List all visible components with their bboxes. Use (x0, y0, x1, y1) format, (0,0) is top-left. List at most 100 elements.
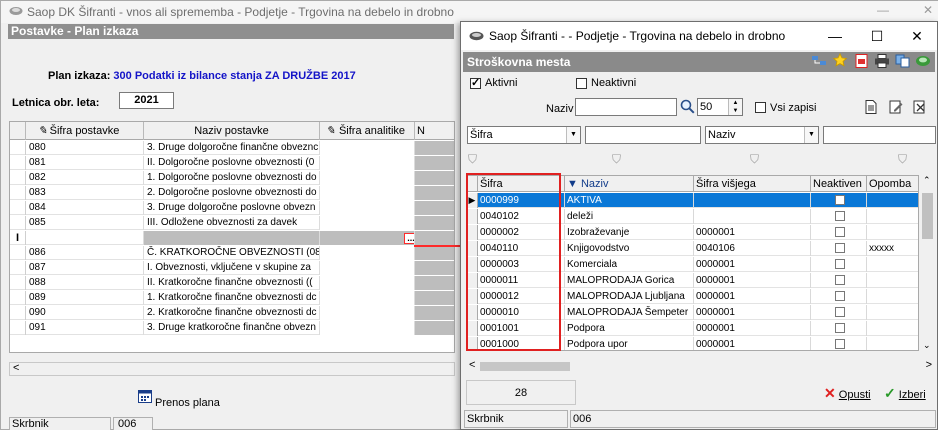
cell-opomba[interactable] (867, 305, 918, 320)
page-size-stepper[interactable]: 50 ▲ ▼ (697, 98, 743, 116)
printer-icon[interactable] (874, 54, 890, 68)
cell-naziv-postavke[interactable]: II. Dolgoročne poslovne obveznosti (0 (144, 156, 320, 170)
cell-sifra-postavke[interactable]: 088 (26, 276, 144, 290)
cell-n[interactable] (415, 306, 454, 320)
cell-neaktiven[interactable] (811, 257, 867, 272)
prenos-plana-button[interactable]: Prenos plana (155, 397, 220, 409)
cell-naziv-postavke[interactable]: 3. Druge kratkoročne finančne obvezn (144, 321, 320, 335)
scroll-left-icon[interactable]: < (469, 359, 475, 371)
cell-naziv-postavke[interactable]: 3. Druge dolgoročne poslovne obvezn (144, 201, 320, 215)
cell-sifra-analitike[interactable]: ... (320, 231, 415, 245)
cell-naziv[interactable]: deleži (565, 209, 694, 224)
cell-neaktiven[interactable] (811, 209, 867, 224)
cell-opomba[interactable] (867, 193, 918, 208)
cell-naziv[interactable]: Podpora upor (565, 337, 694, 350)
cell-sifra-visjega[interactable] (694, 209, 811, 224)
horizontal-scrollbar[interactable]: < (9, 362, 455, 376)
table-row[interactable]: 089 1. Kratkoročne finančne obveznosti dc (10, 291, 454, 305)
cell-sifra-postavke[interactable]: 085 (26, 216, 144, 230)
document-red-icon[interactable] (854, 54, 870, 68)
column-header-neaktiven[interactable]: Neaktiven (811, 176, 867, 192)
neaktiven-checkbox[interactable] (835, 339, 845, 349)
delete-document-icon[interactable] (913, 100, 927, 114)
column-header-sifra-postavke[interactable]: ✎ Šifra postavke (26, 122, 144, 140)
filter-field-2-select[interactable]: Naziv ▼ (705, 126, 819, 144)
cell-sifra-visjega[interactable]: 0000001 (694, 273, 811, 288)
cell-naziv-postavke[interactable]: 2. Dolgoročne poslovne obveznosti do (144, 186, 320, 200)
cell-sifra-analitike[interactable] (320, 201, 415, 215)
cell-sifra-analitike[interactable] (320, 276, 415, 290)
neaktiven-checkbox[interactable] (835, 259, 845, 269)
calendar-icon[interactable] (138, 389, 152, 403)
cell-neaktiven[interactable] (811, 241, 867, 256)
vertical-scrollbar[interactable]: ⌃ ⌄ (919, 175, 936, 351)
letnica-input[interactable]: 2021 (119, 92, 174, 109)
neaktiven-checkbox[interactable] (835, 323, 845, 333)
cell-neaktiven[interactable] (811, 273, 867, 288)
column-header-n[interactable]: N (415, 122, 454, 140)
postavke-grid[interactable]: ✎ Šifra postavke Naziv postavke ✎ Šifra … (9, 121, 455, 353)
cell-neaktiven[interactable] (811, 193, 867, 208)
column-header-sifra-visjega[interactable]: Šifra višjega (694, 176, 811, 192)
funnel-icon[interactable]: ⛉ (750, 152, 759, 167)
table-row[interactable]: 083 2. Dolgoročne poslovne obveznosti do (10, 186, 454, 200)
cell-opomba[interactable] (867, 321, 918, 336)
scroll-thumb[interactable] (480, 362, 570, 371)
cell-neaktiven[interactable] (811, 321, 867, 336)
close-icon[interactable]: ✕ (923, 3, 933, 17)
cell-sifra-analitike[interactable] (320, 261, 415, 275)
cell-sifra-analitike[interactable] (320, 306, 415, 320)
row-marker[interactable] (10, 171, 26, 185)
funnel-icon[interactable]: ⛉ (468, 152, 477, 167)
column-header-naziv[interactable]: ▼ Naziv (565, 176, 694, 192)
table-row[interactable]: 086 Č. KRATKOROČNE OBVEZNOSTI (086- (10, 246, 454, 260)
table-row[interactable]: 085 III. Odložene obveznosti za davek (10, 216, 454, 230)
row-marker[interactable] (10, 141, 26, 155)
funnel-icon[interactable]: ⛉ (898, 152, 907, 167)
cell-naziv[interactable]: Knjigovodstvo (565, 241, 694, 256)
cell-n[interactable] (415, 156, 454, 170)
cell-naziv[interactable]: MALOPRODAJA Šempeter (565, 305, 694, 320)
row-marker[interactable] (10, 246, 26, 260)
neaktiven-checkbox[interactable] (835, 227, 845, 237)
cell-sifra-visjega[interactable]: 0000001 (694, 225, 811, 240)
ellipsis-button[interactable]: ... (404, 233, 414, 244)
cell-opomba[interactable] (867, 337, 918, 350)
table-row[interactable]: 080 3. Druge dolgoročne finančne obveznc (10, 141, 454, 155)
row-marker[interactable] (10, 186, 26, 200)
cell-sifra-postavke[interactable]: 080 (26, 141, 144, 155)
cell-naziv-postavke[interactable]: 3. Druge dolgoročne finančne obveznc (144, 141, 320, 155)
chevron-down-icon[interactable]: ▼ (566, 127, 580, 143)
scroll-left-icon[interactable]: < (13, 362, 19, 374)
row-marker[interactable] (10, 201, 26, 215)
minimize-button[interactable]: — (815, 22, 855, 50)
table-row[interactable]: I... (10, 231, 454, 245)
cell-opomba[interactable] (867, 289, 918, 304)
row-marker[interactable] (10, 276, 26, 290)
cell-n[interactable] (415, 201, 454, 215)
cell-n[interactable] (415, 171, 454, 185)
cell-sifra-postavke[interactable]: 086 (26, 246, 144, 260)
neaktiven-checkbox[interactable] (835, 195, 845, 205)
cell-sifra-postavke[interactable]: 090 (26, 306, 144, 320)
cell-naziv[interactable]: MALOPRODAJA Ljubljana (565, 289, 694, 304)
row-marker[interactable] (10, 156, 26, 170)
column-header-opomba[interactable]: Opomba (867, 176, 918, 192)
neaktiven-checkbox[interactable] (835, 243, 845, 253)
cell-n[interactable] (415, 246, 454, 260)
search-icon[interactable] (680, 99, 695, 114)
cell-sifra-visjega[interactable] (694, 193, 811, 208)
table-row[interactable]: 084 3. Druge dolgoročne poslovne obvezn (10, 201, 454, 215)
horizontal-scrollbar[interactable]: < > (466, 359, 936, 374)
cell-n[interactable] (415, 231, 454, 245)
neaktivni-checkbox[interactable] (576, 78, 587, 89)
cell-neaktiven[interactable] (811, 305, 867, 320)
back-window-titlebar[interactable]: Saop DK Šifranti - vnos ali sprememba - … (1, 1, 938, 23)
cell-sifra-analitike[interactable] (320, 186, 415, 200)
funnel-icon[interactable]: ⛉ (612, 152, 621, 167)
cell-n[interactable] (415, 276, 454, 290)
cell-sifra-visjega[interactable]: 0000001 (694, 337, 811, 350)
cell-n[interactable] (415, 261, 454, 275)
cell-sifra-postavke[interactable]: 084 (26, 201, 144, 215)
stepper-icon[interactable]: ▲ ▼ (728, 99, 742, 115)
